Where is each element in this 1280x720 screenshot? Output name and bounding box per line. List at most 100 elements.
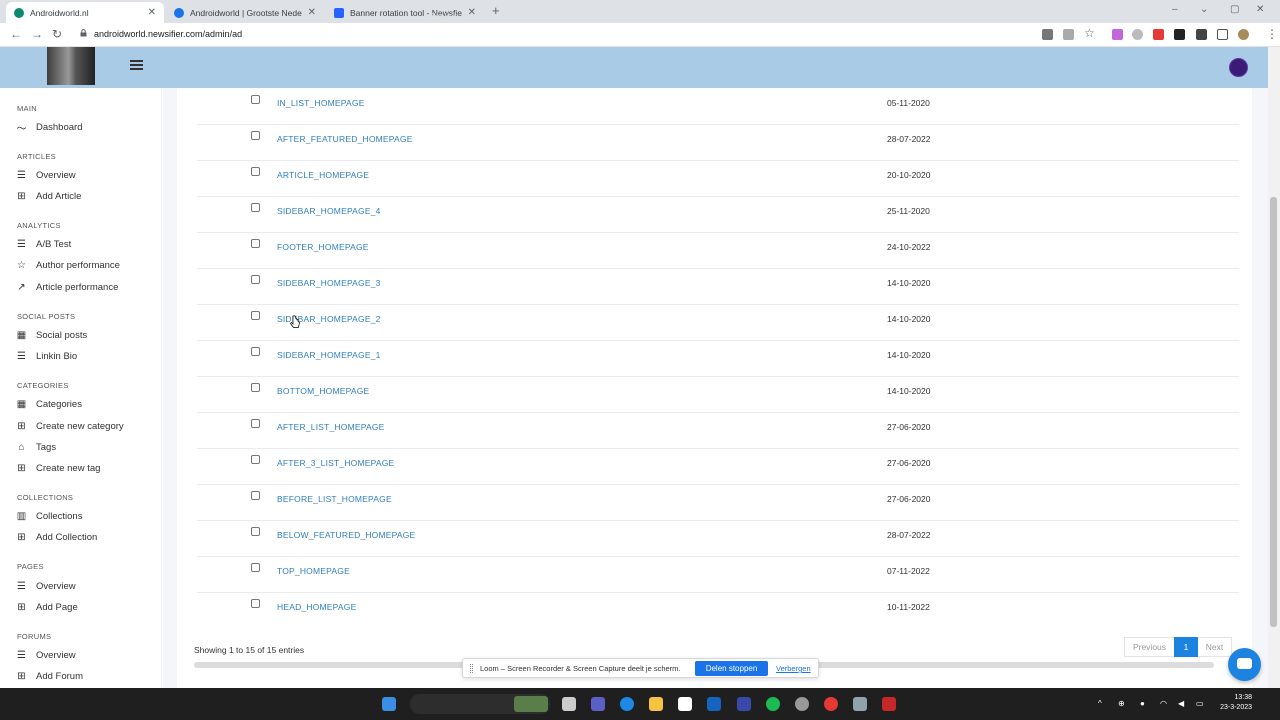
app-icon[interactable]: [853, 697, 867, 711]
extension-icon[interactable]: [1132, 29, 1143, 40]
speaker-icon[interactable]: ◀: [1178, 699, 1184, 708]
url-field[interactable]: androidworld.newsifier.com/admin/ad: [94, 29, 242, 39]
sidebar-item-author-performance[interactable]: ☆ Author performance: [16, 258, 120, 272]
ad-position-link[interactable]: ARTICLE_HOMEPAGE: [277, 170, 369, 180]
row-checkbox[interactable]: [251, 167, 260, 176]
sidebar-item-tags[interactable]: ⌂ Tags: [16, 440, 56, 454]
task-view-icon[interactable]: [562, 697, 576, 711]
sidebar-item-create-category[interactable]: ⊞ Create new category: [16, 419, 123, 433]
spotify-icon[interactable]: [766, 697, 780, 711]
ad-position-link[interactable]: AFTER_3_LIST_HOMEPAGE: [277, 458, 394, 468]
app-icon[interactable]: [737, 697, 751, 711]
row-checkbox[interactable]: [251, 95, 260, 104]
sidebar-item-add-article[interactable]: ⊞ Add Article: [16, 189, 81, 203]
close-icon[interactable]: ✕: [468, 7, 476, 18]
ad-position-link[interactable]: SIDEBAR_HOMEPAGE_4: [277, 206, 381, 216]
sidebar-item-add-collection[interactable]: ⊞ Add Collection: [16, 530, 97, 544]
store-icon[interactable]: [678, 697, 692, 711]
ad-position-link[interactable]: BOTTOM_HOMEPAGE: [277, 386, 369, 396]
puzzle-icon[interactable]: [1196, 29, 1207, 40]
drag-handle-icon[interactable]: [470, 664, 473, 673]
close-window-icon[interactable]: ✕: [1256, 4, 1264, 15]
ad-position-link[interactable]: FOOTER_HOMEPAGE: [277, 242, 369, 252]
chrome-icon[interactable]: [824, 697, 838, 711]
ad-position-link[interactable]: SIDEBAR_HOMEPAGE_1: [277, 350, 381, 360]
tab-androidworld[interactable]: Androidworld.nl ✕: [6, 2, 164, 23]
extension-icon[interactable]: [1153, 29, 1164, 40]
row-checkbox[interactable]: [251, 203, 260, 212]
row-checkbox[interactable]: [251, 527, 260, 536]
star-icon[interactable]: ☆: [1084, 26, 1095, 40]
wifi-icon[interactable]: ◠: [1160, 699, 1167, 708]
profile-icon[interactable]: [1238, 29, 1249, 40]
row-checkbox[interactable]: [251, 455, 260, 464]
chat-icon[interactable]: [1228, 648, 1261, 681]
close-icon[interactable]: ✕: [308, 7, 316, 18]
sidepanel-icon[interactable]: [1217, 29, 1228, 40]
maximize-icon[interactable]: ▢: [1230, 4, 1239, 15]
share-icon[interactable]: [1063, 29, 1074, 40]
sidebar-item-articles-overview[interactable]: ☰ Overview: [16, 168, 76, 182]
row-checkbox[interactable]: [251, 563, 260, 572]
vertical-scrollbar[interactable]: [1268, 47, 1280, 688]
mail-icon[interactable]: [707, 697, 721, 711]
camera-icon[interactable]: [1042, 29, 1053, 40]
row-checkbox[interactable]: [251, 599, 260, 608]
extension-icon[interactable]: [1112, 29, 1123, 40]
tab-banner-rotation[interactable]: Banner rotation tool - Newsfier ✕: [326, 2, 484, 23]
reload-icon[interactable]: ↻: [52, 27, 62, 41]
logo-image[interactable]: [47, 47, 95, 85]
sidebar-item-forums-overview[interactable]: ☰ Overview: [16, 648, 76, 662]
ad-position-link[interactable]: BEFORE_LIST_HOMEPAGE: [277, 494, 392, 504]
edge-icon[interactable]: [620, 697, 634, 711]
pagination-next[interactable]: Next: [1198, 637, 1232, 657]
sidebar-item-create-tag[interactable]: ⊞ Create new tag: [16, 461, 100, 475]
app-icon[interactable]: [795, 697, 809, 711]
sidebar-item-add-forum[interactable]: ⊞ Add Forum: [16, 669, 83, 683]
close-icon[interactable]: ✕: [148, 7, 156, 18]
teams-icon[interactable]: [591, 697, 605, 711]
hide-button[interactable]: Verbergen: [776, 664, 811, 673]
sidebar-item-pages-overview[interactable]: ☰ Overview: [16, 579, 76, 593]
sidebar-item-ab-test[interactable]: ☰ A/B Test: [16, 237, 71, 251]
sidebar-item-article-performance[interactable]: ↗ Article performance: [16, 280, 118, 294]
battery-icon[interactable]: ▭: [1196, 699, 1204, 708]
app-icon[interactable]: [882, 697, 896, 711]
sidebar-item-categories[interactable]: ▦ Categories: [16, 397, 82, 411]
hamburger-icon[interactable]: [130, 60, 143, 70]
sidebar-item-linkin-bio[interactable]: ☰ Linkin Bio: [16, 349, 77, 363]
menu-dots-icon[interactable]: ⋮: [1266, 27, 1278, 41]
ad-position-link[interactable]: TOP_HOMEPAGE: [277, 566, 350, 576]
row-checkbox[interactable]: [251, 311, 260, 320]
ad-position-link[interactable]: SIDEBAR_HOMEPAGE_3: [277, 278, 381, 288]
taskbar-clock[interactable]: 13:38 23-3-2023: [1214, 693, 1252, 713]
mic-icon[interactable]: ●: [1140, 699, 1145, 708]
chevron-up-icon[interactable]: ^: [1098, 699, 1102, 708]
ad-position-link[interactable]: HEAD_HOMEPAGE: [277, 602, 356, 612]
ad-position-link[interactable]: BELOW_FEATURED_HOMEPAGE: [277, 530, 415, 540]
avatar[interactable]: [1229, 58, 1248, 77]
ad-position-link[interactable]: AFTER_FEATURED_HOMEPAGE: [277, 134, 413, 144]
chevron-down-icon[interactable]: ⌄: [1200, 4, 1208, 15]
ad-position-link[interactable]: IN_LIST_HOMEPAGE: [277, 98, 365, 108]
windows-start-icon[interactable]: [382, 697, 396, 711]
tab-androidworld-grootste[interactable]: Androidworld | Grootste Nederl... ✕: [166, 2, 324, 23]
pagination-page-1[interactable]: 1: [1174, 637, 1198, 657]
network-icon[interactable]: ⊕: [1118, 699, 1125, 708]
extension-icon[interactable]: [1174, 29, 1185, 40]
back-icon[interactable]: ←: [10, 27, 22, 41]
sidebar-item-add-page[interactable]: ⊞ Add Page: [16, 600, 77, 614]
ad-position-link[interactable]: AFTER_LIST_HOMEPAGE: [277, 422, 385, 432]
pagination-previous[interactable]: Previous: [1124, 637, 1174, 657]
row-checkbox[interactable]: [251, 347, 260, 356]
row-checkbox[interactable]: [251, 383, 260, 392]
forward-icon[interactable]: →: [31, 27, 43, 41]
stop-sharing-button[interactable]: Delen stoppen: [695, 661, 768, 676]
file-explorer-icon[interactable]: [649, 697, 663, 711]
sidebar-item-dashboard[interactable]: 〜 Dashboard: [16, 120, 83, 135]
row-checkbox[interactable]: [251, 239, 260, 248]
sidebar-item-collections[interactable]: ▥ Collections: [16, 509, 83, 523]
row-checkbox[interactable]: [251, 131, 260, 140]
sidebar-item-social-posts[interactable]: ▦ Social posts: [16, 328, 87, 342]
row-checkbox[interactable]: [251, 275, 260, 284]
